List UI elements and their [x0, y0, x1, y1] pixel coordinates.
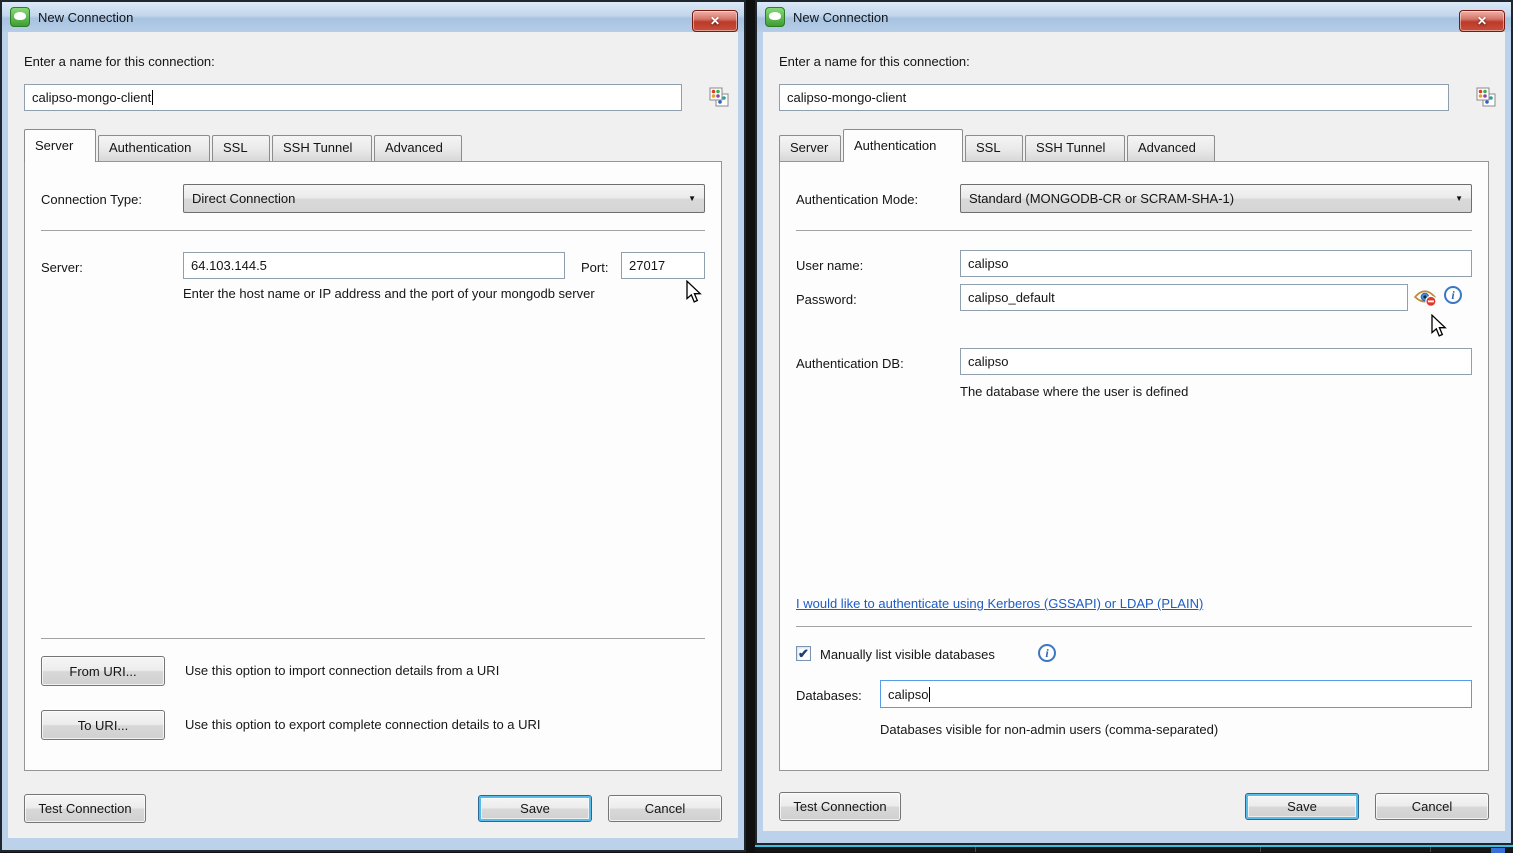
- username-label: User name:: [796, 258, 863, 273]
- connection-type-label: Connection Type:: [41, 192, 142, 207]
- window-title: New Connection: [38, 10, 133, 25]
- cancel-button[interactable]: Cancel: [608, 795, 722, 822]
- new-connection-dialog-authentication: New Connection ✕ Enter a name for this c…: [755, 0, 1513, 845]
- color-picker-icon[interactable]: [707, 85, 731, 109]
- server-input[interactable]: 64.103.144.5: [183, 252, 565, 279]
- password-label: Password:: [796, 292, 857, 307]
- to-uri-button[interactable]: To URI...: [41, 710, 165, 740]
- chevron-down-icon: ▼: [688, 194, 696, 203]
- tab-bar: Server Authentication SSL SSH Tunnel Adv…: [779, 128, 1217, 161]
- color-picker-icon[interactable]: [1474, 85, 1498, 109]
- name-label: Enter a name for this connection:: [24, 54, 215, 69]
- server-tab-panel: Connection Type: Direct Connection ▼ Ser…: [24, 161, 722, 771]
- auth-mode-label: Authentication Mode:: [796, 192, 918, 207]
- username-input[interactable]: calipso: [960, 250, 1472, 277]
- databases-help-text: Databases visible for non-admin users (c…: [880, 722, 1218, 737]
- auth-db-help-text: The database where the user is defined: [960, 384, 1188, 399]
- tab-ssl[interactable]: SSL: [212, 135, 270, 161]
- text-caret: [152, 90, 153, 105]
- password-input[interactable]: calipso_default: [960, 284, 1408, 311]
- server-label: Server:: [41, 260, 83, 275]
- mouse-cursor: [683, 280, 703, 304]
- password-info-icon[interactable]: i: [1444, 286, 1462, 304]
- name-label: Enter a name for this connection:: [779, 54, 970, 69]
- tab-ssh-tunnel[interactable]: SSH Tunnel: [1025, 135, 1125, 161]
- show-password-eye-icon[interactable]: [1414, 288, 1438, 307]
- manually-list-databases-checkbox[interactable]: ✔: [796, 646, 811, 661]
- authentication-tab-panel: Authentication Mode: Standard (MONGODB-C…: [779, 161, 1489, 771]
- tab-ssh-tunnel[interactable]: SSH Tunnel: [272, 135, 372, 161]
- from-uri-button[interactable]: From URI...: [41, 656, 165, 686]
- connection-type-select[interactable]: Direct Connection ▼: [183, 184, 705, 213]
- tab-ssl[interactable]: SSL: [965, 135, 1023, 161]
- save-button[interactable]: Save: [1245, 793, 1359, 820]
- divider: [796, 626, 1472, 627]
- tab-advanced[interactable]: Advanced: [1127, 135, 1215, 161]
- new-connection-dialog-server: New Connection ✕ Enter a name for this c…: [0, 0, 746, 852]
- chevron-down-icon: ▼: [1455, 194, 1463, 203]
- databases-input[interactable]: calipso: [880, 680, 1472, 708]
- mouse-cursor: [1428, 314, 1448, 338]
- app-icon: [765, 7, 785, 27]
- titlebar[interactable]: New Connection: [2, 2, 744, 32]
- close-icon[interactable]: ✕: [1459, 10, 1505, 32]
- tab-server[interactable]: Server: [24, 129, 96, 162]
- manually-list-databases-label: Manually list visible databases: [820, 647, 995, 662]
- close-icon[interactable]: ✕: [692, 10, 738, 32]
- save-button[interactable]: Save: [478, 795, 592, 822]
- test-connection-button[interactable]: Test Connection: [779, 792, 901, 821]
- window-title: New Connection: [793, 10, 888, 25]
- from-uri-help-text: Use this option to import connection det…: [185, 663, 499, 678]
- text-caret: [929, 687, 930, 702]
- cancel-button[interactable]: Cancel: [1375, 793, 1489, 820]
- titlebar[interactable]: New Connection: [757, 2, 1511, 32]
- background-window-strip: [755, 845, 1513, 852]
- databases-label: Databases:: [796, 688, 862, 703]
- tab-server[interactable]: Server: [779, 135, 841, 161]
- tab-bar: Server Authentication SSL SSH Tunnel Adv…: [24, 128, 464, 161]
- app-icon: [10, 7, 30, 27]
- connection-name-input[interactable]: calipso-mongo-client: [24, 84, 682, 111]
- auth-mode-select[interactable]: Standard (MONGODB-CR or SCRAM-SHA-1) ▼: [960, 184, 1472, 213]
- divider: [41, 638, 705, 639]
- divider: [796, 230, 1472, 231]
- visible-databases-info-icon[interactable]: i: [1038, 644, 1056, 662]
- dialog-body: Enter a name for this connection: calips…: [763, 32, 1505, 831]
- port-label: Port:: [581, 260, 608, 275]
- dialog-body: Enter a name for this connection: calips…: [8, 32, 738, 838]
- connection-name-input[interactable]: calipso-mongo-client: [779, 84, 1449, 111]
- to-uri-help-text: Use this option to export complete conne…: [185, 717, 541, 732]
- tab-authentication[interactable]: Authentication: [98, 135, 210, 161]
- test-connection-button[interactable]: Test Connection: [24, 794, 146, 823]
- tab-advanced[interactable]: Advanced: [374, 135, 462, 161]
- kerberos-ldap-link[interactable]: I would like to authenticate using Kerbe…: [796, 596, 1203, 611]
- server-help-text: Enter the host name or IP address and th…: [183, 286, 595, 301]
- divider: [41, 230, 705, 231]
- auth-db-label: Authentication DB:: [796, 356, 904, 371]
- port-input[interactable]: 27017: [621, 252, 705, 279]
- auth-db-input[interactable]: calipso: [960, 348, 1472, 375]
- tab-authentication[interactable]: Authentication: [843, 129, 963, 162]
